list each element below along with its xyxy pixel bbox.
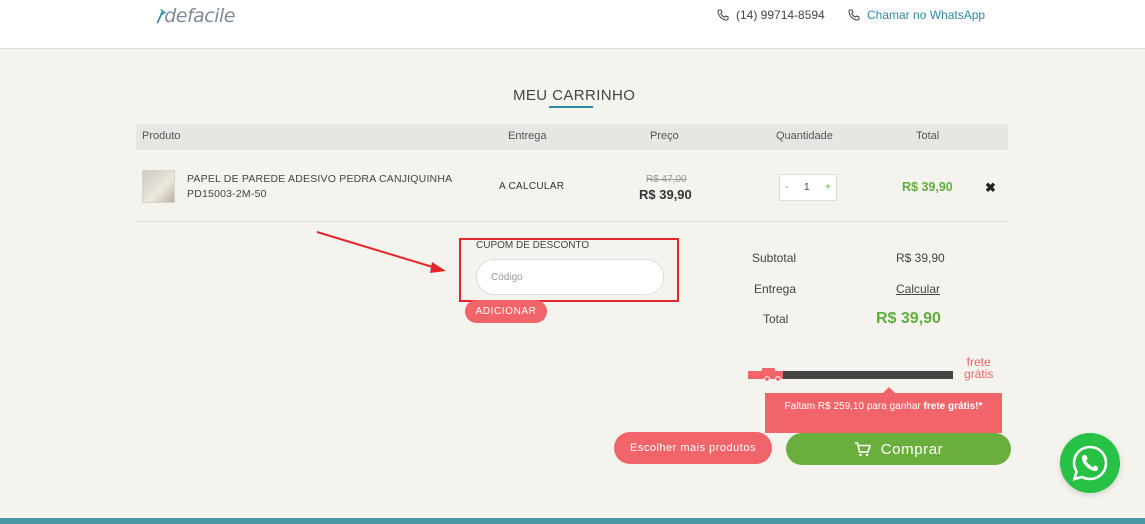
- cart-row: PAPEL DE PAREDE ADESIVO PEDRA CANJIQUINH…: [136, 150, 1008, 222]
- subtotal-label: Subtotal: [752, 251, 797, 265]
- header-delivery: Entrega: [508, 130, 547, 142]
- product-sku: PD15003-2M-50: [187, 188, 267, 200]
- calculate-delivery-link[interactable]: Calcular: [896, 282, 940, 296]
- qty-increase-button[interactable]: +: [825, 182, 831, 193]
- total-label: Total: [763, 312, 789, 326]
- total-value: R$ 39,90: [876, 310, 941, 327]
- logo[interactable]: defacile: [155, 1, 235, 31]
- price: R$ 39,90: [639, 187, 692, 202]
- product-thumbnail[interactable]: [142, 170, 175, 203]
- whatsapp-float-button[interactable]: [1060, 433, 1120, 493]
- whatsapp-icon: [1072, 445, 1108, 481]
- phone-number: (14) 99714-8594: [736, 8, 825, 22]
- remove-item-icon[interactable]: ✖: [985, 180, 996, 196]
- coupon-input[interactable]: Código: [476, 259, 664, 295]
- free-shipping-label-line2: grátis: [964, 367, 994, 381]
- truck-icon: [762, 368, 783, 382]
- phone-icon: [717, 9, 729, 21]
- old-price: R$ 47,00: [646, 174, 687, 185]
- more-products-button[interactable]: Escolher mais produtos: [614, 432, 772, 464]
- logo-mark-icon: [156, 8, 167, 24]
- header-product: Produto: [142, 130, 181, 142]
- phone-contact[interactable]: (14) 99714-8594: [717, 8, 825, 22]
- free-shipping-label: frete grátis: [964, 356, 993, 380]
- product-name[interactable]: PAPEL DE PAREDE ADESIVO PEDRA CANJIQUINH…: [187, 172, 452, 202]
- quantity-stepper: - 1 +: [779, 174, 837, 201]
- header-price: Preço: [650, 130, 679, 142]
- coupon-label: CUPOM DE DESCONTO: [476, 240, 590, 251]
- row-total: R$ 39,90: [902, 180, 953, 194]
- tooltip-text: Faltam R$ 259,10 para ganhar: [784, 401, 924, 412]
- delivery-label: Entrega: [754, 282, 797, 296]
- logo-text: defacile: [164, 5, 235, 27]
- site-header: defacile (14) 99714-8594 Chamar no Whats…: [0, 0, 1145, 49]
- phone-icon: [848, 9, 860, 21]
- header-total: Total: [916, 130, 940, 142]
- whatsapp-link[interactable]: Chamar no WhatsApp: [867, 8, 985, 22]
- whatsapp-contact[interactable]: Chamar no WhatsApp: [848, 8, 985, 22]
- page-title: MEU CARRINHO: [513, 87, 636, 104]
- free-shipping-tooltip: Faltam R$ 259,10 para ganhar frete gráti…: [765, 387, 1002, 433]
- add-coupon-button[interactable]: ADICIONAR: [465, 300, 547, 323]
- title-underline: [549, 106, 593, 108]
- qty-value[interactable]: 1: [804, 182, 810, 193]
- subtotal-value: R$ 39,90: [896, 251, 945, 265]
- cart-icon: [854, 441, 871, 456]
- footer-bar: [0, 518, 1145, 524]
- tooltip-bold-text: frete grátis!*: [923, 401, 983, 412]
- cart-table-header: Produto Entrega Preço Quantidade Total: [136, 124, 1008, 150]
- delivery-status: A CALCULAR: [499, 181, 565, 192]
- buy-button[interactable]: Comprar: [786, 433, 1011, 465]
- freight-progress-track: [782, 371, 953, 379]
- header-quantity: Quantidade: [776, 130, 833, 142]
- qty-decrease-button[interactable]: -: [785, 182, 788, 193]
- buy-button-label: Comprar: [880, 440, 944, 458]
- product-name-line1: PAPEL DE PAREDE ADESIVO PEDRA CANJIQUINH…: [187, 173, 453, 185]
